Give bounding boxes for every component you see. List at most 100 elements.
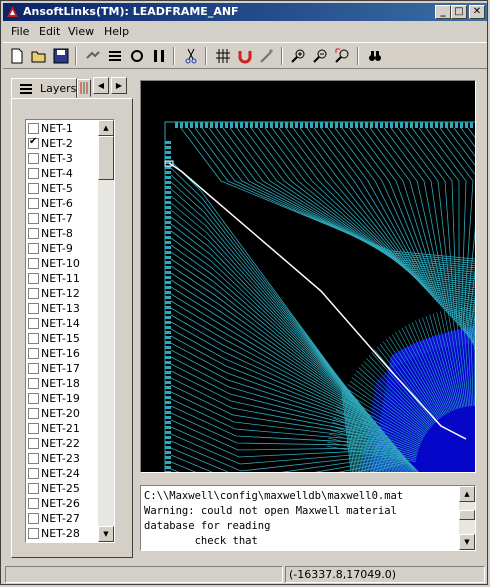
net-checkbox[interactable] <box>28 213 39 224</box>
pin-tick <box>205 122 208 128</box>
layers-icon[interactable] <box>105 46 125 66</box>
net-list-item[interactable]: NET-3 <box>27 151 97 166</box>
net-checkbox[interactable] <box>28 498 39 509</box>
net-list-item[interactable]: NET-6 <box>27 196 97 211</box>
net-list-item[interactable]: NET-4 <box>27 166 97 181</box>
new-icon[interactable] <box>7 46 27 66</box>
net-checkbox[interactable] <box>28 483 39 494</box>
net-list-item[interactable]: NET-14 <box>27 316 97 331</box>
scroll-up-button[interactable]: ▲ <box>98 120 114 136</box>
net-list-scrollbar[interactable]: ▲ ▼ <box>98 120 114 542</box>
net-checkbox[interactable] <box>28 453 39 464</box>
net-list-item[interactable]: NET-22 <box>27 436 97 451</box>
net-list-item[interactable]: NET-15 <box>27 331 97 346</box>
net-list-item[interactable]: NET-10 <box>27 256 97 271</box>
pin-tick <box>295 122 298 128</box>
net-checkbox[interactable] <box>28 423 39 434</box>
net-list-item[interactable]: NET-28 <box>27 526 97 541</box>
net-checkbox[interactable] <box>28 318 39 329</box>
net-checkbox[interactable] <box>28 183 39 194</box>
net-checkbox[interactable]: ✔ <box>28 136 39 149</box>
net-checkbox[interactable] <box>28 438 39 449</box>
open-icon[interactable] <box>29 46 49 66</box>
scroll-thumb[interactable] <box>98 136 114 180</box>
zoom-fit-icon[interactable] <box>333 46 353 66</box>
net-list-item[interactable]: NET-27 <box>27 511 97 526</box>
net-list-item[interactable]: NET-25 <box>27 481 97 496</box>
pin-tick <box>430 122 433 128</box>
columns-icon[interactable] <box>149 46 169 66</box>
minimize-button[interactable]: _ <box>435 5 451 19</box>
line-icon[interactable] <box>83 46 103 66</box>
menu-file[interactable]: File <box>11 25 29 38</box>
net-list-item[interactable]: NET-18 <box>27 376 97 391</box>
grid-icon[interactable] <box>213 46 233 66</box>
save-icon[interactable] <box>51 46 71 66</box>
net-checkbox[interactable] <box>28 258 39 269</box>
maximize-button[interactable]: □ <box>451 5 467 19</box>
tab-scroll-right-button[interactable]: ▶ <box>111 77 127 94</box>
net-list-item[interactable]: ✔ NET-2 <box>27 136 97 151</box>
net-list-item[interactable]: NET-23 <box>27 451 97 466</box>
tab-layers[interactable]: Layers <box>11 78 77 98</box>
net-list-item[interactable]: NET-1 <box>27 121 97 136</box>
net-checkbox[interactable] <box>28 288 39 299</box>
net-list-item[interactable]: NET-24 <box>27 466 97 481</box>
net-list-item[interactable]: NET-8 <box>27 226 97 241</box>
net-checkbox[interactable] <box>28 303 39 314</box>
net-list-item[interactable]: NET-12 <box>27 286 97 301</box>
zoom-out-icon[interactable] <box>311 46 331 66</box>
net-checkbox[interactable] <box>28 228 39 239</box>
pin-tick <box>165 451 171 454</box>
console-scroll-down-button[interactable]: ▼ <box>459 534 475 550</box>
net-list-item[interactable]: NET-13 <box>27 301 97 316</box>
cut-icon[interactable] <box>181 46 201 66</box>
pin-tick <box>320 122 323 128</box>
circle-icon[interactable] <box>127 46 147 66</box>
binoculars-icon[interactable] <box>365 46 385 66</box>
net-list-item[interactable]: NET-16 <box>27 346 97 361</box>
net-checkbox[interactable] <box>28 153 39 164</box>
net-checkbox[interactable] <box>28 273 39 284</box>
net-checkbox[interactable] <box>28 513 39 524</box>
net-checkbox[interactable] <box>28 408 39 419</box>
net-list-item[interactable]: NET-26 <box>27 496 97 511</box>
close-button[interactable]: ✕ <box>469 5 485 19</box>
net-list-item[interactable]: NET-9 <box>27 241 97 256</box>
net-checkbox[interactable] <box>28 528 39 539</box>
net-checkbox[interactable] <box>28 168 39 179</box>
net-list-item[interactable]: NET-20 <box>27 406 97 421</box>
console-scroll-up-button[interactable]: ▲ <box>459 486 475 502</box>
net-list-item[interactable]: NET-17 <box>27 361 97 376</box>
net-list-item[interactable]: NET-7 <box>27 211 97 226</box>
zoom-in-icon[interactable] <box>289 46 309 66</box>
net-list-item[interactable]: NET-19 <box>27 391 97 406</box>
net-checkbox[interactable] <box>28 393 39 404</box>
console-scroll-thumb[interactable] <box>459 510 475 520</box>
net-checkbox[interactable] <box>28 333 39 344</box>
net-list-item[interactable]: NET-5 <box>27 181 97 196</box>
menu-help[interactable]: Help <box>104 25 129 38</box>
net-checkbox[interactable] <box>28 378 39 389</box>
net-checkbox[interactable] <box>28 198 39 209</box>
magnet-icon[interactable] <box>235 46 255 66</box>
net-label: NET-10 <box>41 257 80 270</box>
net-checkbox[interactable] <box>28 348 39 359</box>
menu-edit[interactable]: Edit <box>39 25 60 38</box>
net-checkbox[interactable] <box>28 123 39 134</box>
net-checkbox[interactable] <box>28 468 39 479</box>
tab-scroll-left-button[interactable]: ◀ <box>93 77 109 94</box>
tab-nets[interactable] <box>77 79 91 97</box>
menu-view[interactable]: View <box>68 25 94 38</box>
net-list-item[interactable]: NET-11 <box>27 271 97 286</box>
net-list-item[interactable]: NET-21 <box>27 421 97 436</box>
scroll-down-button[interactable]: ▼ <box>98 526 114 542</box>
pin-tick <box>245 122 248 128</box>
wand-icon[interactable] <box>257 46 277 66</box>
layout-canvas[interactable] <box>140 80 476 473</box>
net-checkbox[interactable] <box>28 363 39 374</box>
leadframe-drawing[interactable] <box>141 81 475 472</box>
console-scrollbar[interactable]: ▲ ▼ <box>459 486 475 550</box>
net-checkbox[interactable] <box>28 243 39 254</box>
title-bar[interactable]: AnsoftLinks(TM): LEADFRAME_ANF _ □ ✕ <box>3 3 487 21</box>
